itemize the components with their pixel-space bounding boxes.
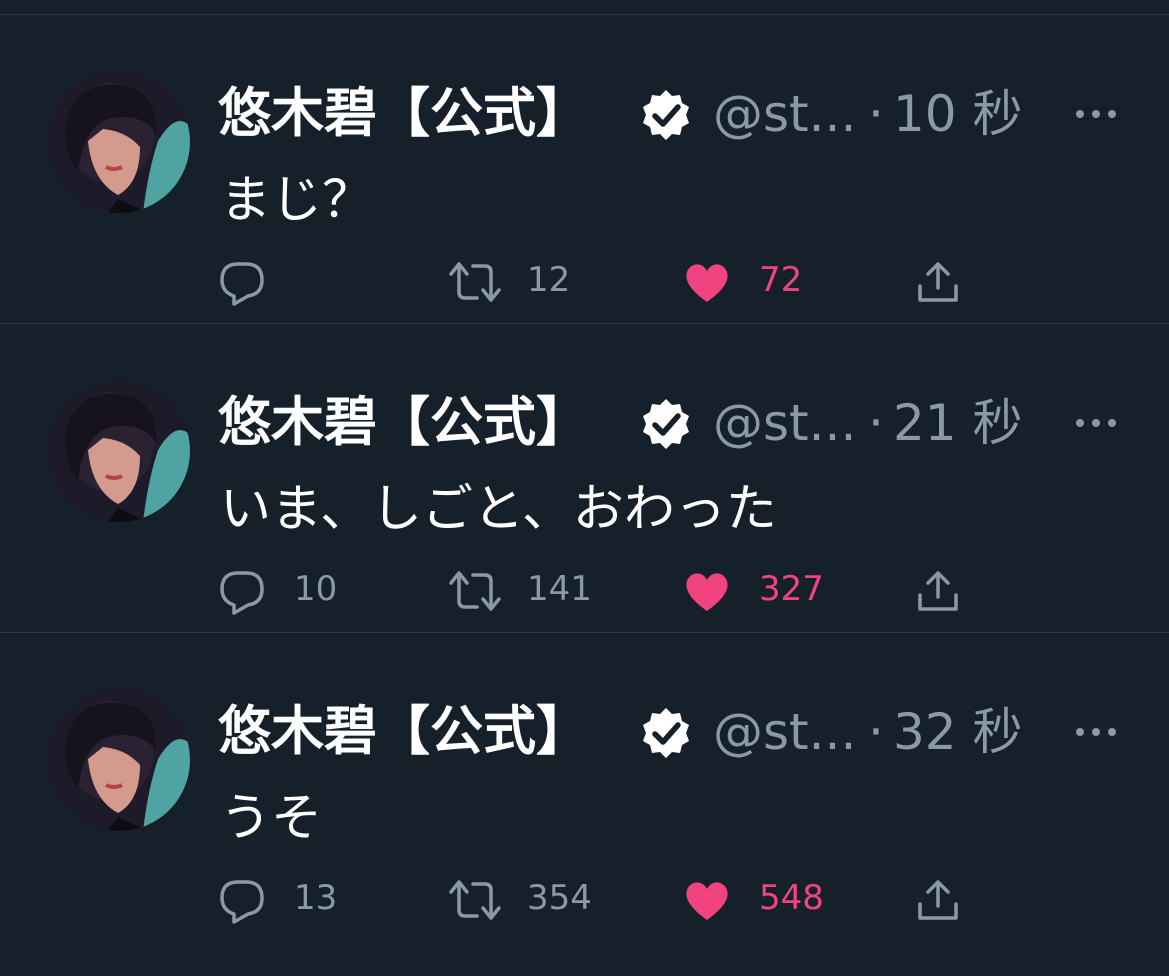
retweet-count: 141 — [527, 569, 592, 609]
verified-badge-icon — [638, 705, 694, 761]
display-name[interactable]: 悠木碧【公式】 — [218, 383, 589, 463]
tweet-divider — [0, 323, 1169, 324]
tweet-0[interactable]: 悠木碧【公式】 @st... · 10 秒 まじ？ 12 72 — [0, 16, 1169, 324]
share-icon — [918, 880, 958, 920]
like-count: 327 — [759, 569, 824, 609]
tweet-1[interactable]: 悠木碧【公式】 @st... · 21 秒 いま、しごと、おわった 10 141… — [0, 325, 1169, 633]
tweet-actions: 13 354 548 — [0, 868, 1169, 928]
more-options-icon[interactable] — [1074, 96, 1118, 132]
share-icon — [918, 262, 958, 302]
retweet-icon — [449, 571, 501, 611]
like-count: 72 — [759, 260, 803, 300]
tweet-header: 悠木碧【公式】 @st... · 21 秒 — [218, 383, 1148, 463]
separator-dot: · — [868, 85, 884, 143]
retweet-count: 12 — [527, 260, 571, 300]
tweet-header: 悠木碧【公式】 @st... · 10 秒 — [218, 74, 1148, 154]
reply-count: 13 — [294, 878, 338, 918]
display-name[interactable]: 悠木碧【公式】 — [218, 74, 589, 154]
reply-count: 10 — [294, 569, 338, 609]
timestamp[interactable]: 32 秒 — [893, 692, 1023, 772]
timestamp[interactable]: 21 秒 — [893, 383, 1023, 463]
tweet-text: まじ？ — [220, 171, 374, 230]
tweet-header: 悠木碧【公式】 @st... · 32 秒 — [218, 692, 1148, 772]
like-count: 548 — [759, 878, 824, 918]
timestamp[interactable]: 10 秒 — [893, 74, 1023, 154]
avatar[interactable] — [48, 71, 190, 213]
top-divider — [0, 14, 1169, 15]
retweet-icon — [449, 880, 501, 920]
retweet-icon — [449, 262, 501, 302]
separator-dot: · — [868, 703, 884, 761]
more-options-icon[interactable] — [1074, 405, 1118, 441]
avatar[interactable] — [48, 689, 190, 831]
heart-icon — [686, 882, 728, 920]
reply-icon — [220, 262, 264, 306]
tweet-text: いま、しごと、おわった — [220, 480, 777, 539]
user-handle[interactable]: @st... — [713, 692, 856, 772]
verified-badge-icon — [638, 87, 694, 143]
display-name[interactable]: 悠木碧【公式】 — [218, 692, 589, 772]
separator-dot: · — [868, 394, 884, 452]
reply-icon — [220, 880, 264, 924]
retweet-count: 354 — [527, 878, 592, 918]
heart-icon — [686, 573, 728, 611]
tweet-actions: 12 72 — [0, 250, 1169, 310]
user-handle[interactable]: @st... — [713, 74, 856, 154]
tweet-actions: 10 141 327 — [0, 559, 1169, 619]
more-options-icon[interactable] — [1074, 714, 1118, 750]
tweet-divider — [0, 632, 1169, 633]
avatar[interactable] — [48, 380, 190, 522]
share-icon — [918, 571, 958, 611]
heart-icon — [686, 264, 728, 302]
tweet-2[interactable]: 悠木碧【公式】 @st... · 32 秒 うそ 13 354 548 — [0, 634, 1169, 942]
reply-icon — [220, 571, 264, 615]
user-handle[interactable]: @st... — [713, 383, 856, 463]
tweet-text: うそ — [220, 789, 323, 848]
verified-badge-icon — [638, 396, 694, 452]
